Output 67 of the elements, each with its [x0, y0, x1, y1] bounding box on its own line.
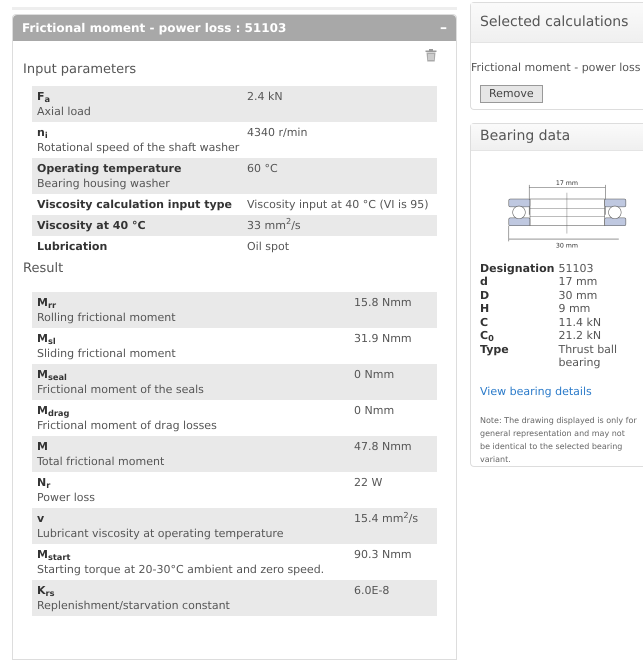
section-heading: Result	[23, 260, 64, 278]
trash-icon[interactable]	[425, 49, 437, 62]
parameter-name: F$_{a}$	[37, 88, 50, 104]
parameter-description: Lubricant viscosity at operating temperature	[37, 526, 284, 541]
parameter-name: M$_{rr}$	[37, 295, 56, 310]
parameter-value: 0 Nmm	[354, 367, 394, 382]
parameter-description: Rotational speed of the shaft washer	[37, 140, 240, 154]
parameter-value: 33 mm$^{2}$/s	[247, 218, 301, 232]
parameter-name: Viscosity at 40 °C	[37, 218, 146, 232]
parameter-name: M$_{seal}$	[37, 367, 67, 382]
property-value: 21.2 kN	[558, 329, 602, 342]
parameter-name: M$_{start}$	[37, 547, 70, 562]
parameter-name: v	[37, 511, 44, 526]
parameter-name: K$_{rs}$	[37, 583, 55, 598]
parameter-value: 2.4 kN	[247, 88, 283, 104]
parameter-description: Axial load	[37, 104, 91, 118]
parameter-value: 31.9 Nmm	[354, 331, 412, 346]
parameter-description: Starting torque at 20-30°C ambient and zero speed.	[37, 562, 324, 577]
parameter-value: 4340 r/min	[247, 124, 308, 140]
property-value: 11.4 kN	[558, 316, 602, 329]
remove-button[interactable]: Remove	[480, 84, 543, 102]
parameter-value: 47.8 Nmm	[354, 439, 412, 454]
parameter-description: Sliding frictional moment	[37, 346, 176, 361]
collapse-button[interactable]: –	[440, 21, 447, 35]
parameter-name: Operating temperature	[37, 160, 182, 176]
parameter-value: 60 °C	[247, 160, 278, 176]
property-value: Thrust ball bearing	[558, 342, 618, 370]
view-details-link[interactable]: View bearing details	[480, 384, 592, 400]
property-name: D	[480, 288, 490, 302]
property-name: H	[480, 302, 490, 316]
parameter-name: M$_{drag}$	[37, 403, 70, 418]
parameter-description: Frictional moment of drag losses	[37, 418, 217, 433]
property-name: Type	[480, 342, 510, 356]
panel-title: Bearing data	[480, 127, 570, 146]
parameter-name: Lubrication	[37, 238, 108, 254]
parameter-description: Rolling frictional moment	[37, 310, 176, 325]
property-value: 17 mm	[558, 275, 598, 288]
parameter-value: 90.3 Nmm	[354, 547, 412, 562]
parameter-name: n$_{i}$	[37, 124, 48, 140]
parameter-name: M$_{sl}$	[37, 331, 56, 346]
parameter-value: 15.8 Nmm	[354, 295, 412, 310]
property-value: 9 mm	[558, 302, 592, 316]
parameter-name: Viscosity calculation input type	[37, 196, 232, 212]
property-value: 51103	[558, 262, 594, 275]
parameter-description: Replenishment/starvation constant	[37, 598, 230, 613]
parameter-value: Oil spot	[247, 238, 290, 254]
parameter-name: M	[37, 439, 48, 454]
property-name: C$_{0}$	[480, 329, 495, 342]
calculation-name: Frictional moment - power loss	[471, 60, 640, 76]
parameter-value: Viscosity input at 40 °C (VI is 95)	[247, 196, 429, 212]
parameter-value: 6.0E-8	[354, 583, 390, 598]
drawing-note: Note: The drawing displayed is only for general representation and may not be identical to the selected bearing variant.	[480, 415, 637, 466]
parameter-value: 0 Nmm	[354, 403, 394, 418]
property-name: d	[480, 275, 489, 288]
parameter-description: Frictional moment of the seals	[37, 382, 204, 397]
section-heading: Input parameters	[23, 61, 138, 79]
parameter-value: 22 W	[354, 475, 382, 490]
parameter-description: Bearing housing washer	[37, 176, 170, 190]
property-name: C	[480, 316, 490, 329]
property-name: Designation	[480, 262, 554, 275]
parameter-name: N$_{r}$	[37, 475, 50, 490]
parameter-description: Power loss	[37, 490, 96, 505]
parameter-value: 15.4 mm$^{2}$/s	[354, 511, 418, 526]
panel-title: Selected calculations	[480, 13, 628, 32]
parameter-description: Total frictional moment	[37, 454, 164, 469]
property-value: 30 mm	[558, 288, 598, 302]
panel-title: Frictional moment - power loss : 51103	[22, 20, 286, 37]
